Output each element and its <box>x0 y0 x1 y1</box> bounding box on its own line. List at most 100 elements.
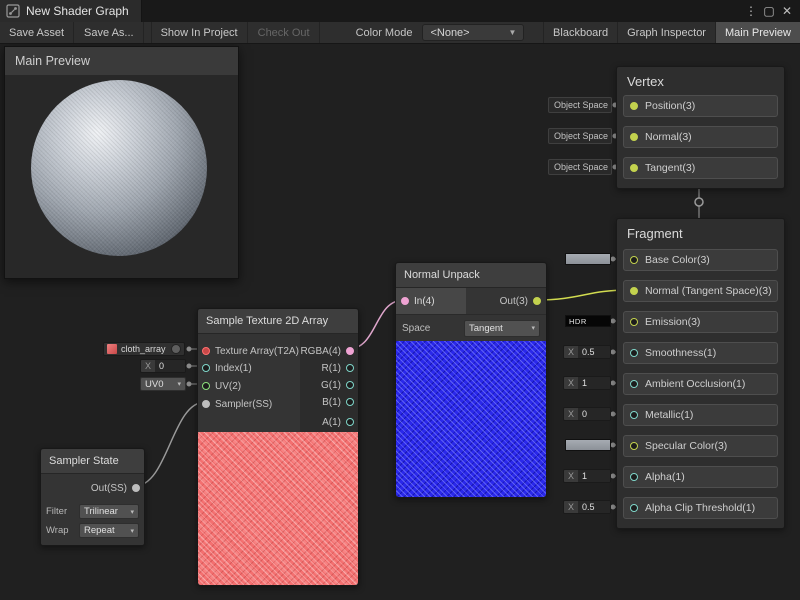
port-g-output[interactable] <box>346 381 354 389</box>
block-row-smoothness[interactable]: Smoothness(1) <box>623 342 778 364</box>
block-row-ambient-occlusion[interactable]: Ambient Occlusion(1) <box>623 373 778 395</box>
block-row-normal[interactable]: Normal(3) <box>623 126 778 148</box>
port-sampler-input[interactable] <box>202 400 210 408</box>
block-row-normal-tangent[interactable]: Normal (Tangent Space)(3) <box>623 280 778 302</box>
scalar-value[interactable]: 0 <box>155 360 185 372</box>
port-alpha-clip-input[interactable] <box>630 504 638 512</box>
position-space-selector[interactable]: Object Space <box>548 97 612 113</box>
scalar-value[interactable]: 0.5 <box>578 501 610 513</box>
space-selector-value: Object Space <box>554 100 608 110</box>
port-label: B(1) <box>322 397 341 408</box>
port-tangent-input[interactable] <box>630 164 638 172</box>
blackboard-toggle-button[interactable]: Blackboard <box>543 22 617 43</box>
port-out-output[interactable] <box>533 297 541 305</box>
object-picker-icon[interactable] <box>171 344 181 354</box>
main-preview-panel[interactable]: Main Preview <box>4 46 239 279</box>
wrap-dropdown[interactable]: Repeat ▾ <box>79 523 139 538</box>
scalar-value[interactable]: 1 <box>578 470 610 482</box>
color-mode-value: <None> <box>430 27 469 39</box>
scalar-prefix: X <box>564 408 578 420</box>
main-preview-toggle-button[interactable]: Main Preview <box>715 22 800 43</box>
unpack-input: In(4) <box>396 288 466 314</box>
port-label: A(1) <box>322 417 341 428</box>
block-label: Smoothness(1) <box>645 347 716 359</box>
vertex-node[interactable]: Vertex Position(3) Normal(3) Tangent(3) <box>616 66 785 189</box>
port-smoothness-input[interactable] <box>630 349 638 357</box>
port-alpha-input[interactable] <box>630 473 638 481</box>
save-asset-button[interactable]: Save Asset <box>0 22 74 43</box>
port-rgba-output[interactable] <box>346 347 354 355</box>
color-mode-label: Color Mode <box>350 22 419 43</box>
port-ambient-occlusion-input[interactable] <box>630 380 638 388</box>
emission-hdr-field[interactable]: HDR <box>565 315 611 327</box>
block-row-tangent[interactable]: Tangent(3) <box>623 157 778 179</box>
edge-samplerstate-to-sample[interactable] <box>135 402 205 486</box>
port-position-input[interactable] <box>630 102 638 110</box>
port-in-input[interactable] <box>401 297 409 305</box>
block-row-specular-color[interactable]: Specular Color(3) <box>623 435 778 457</box>
sample-texture-2d-array-node[interactable]: Sample Texture 2D Array Texture Array(T2… <box>197 308 359 586</box>
port-emission-input[interactable] <box>630 318 638 326</box>
graph-tab[interactable]: New Shader Graph <box>0 0 142 22</box>
show-in-project-button[interactable]: Show In Project <box>151 22 248 43</box>
fragment-node[interactable]: Fragment Base Color(3) Normal (Tangent S… <box>616 218 785 529</box>
block-label: Specular Color(3) <box>645 440 727 452</box>
window-title: New Shader Graph <box>26 4 129 18</box>
block-row-emission[interactable]: Emission(3) <box>623 311 778 333</box>
port-specular-color-input[interactable] <box>630 442 638 450</box>
port-outss-output[interactable] <box>132 484 140 492</box>
block-row-alpha-clip[interactable]: Alpha Clip Threshold(1) <box>623 497 778 519</box>
block-label: Normal (Tangent Space)(3) <box>645 285 772 297</box>
shader-graph-window: { "window": { "title": "New Shader Graph… <box>0 0 800 600</box>
normal-unpack-node[interactable]: Normal Unpack In(4) Out(3) Space Tangent… <box>395 262 547 498</box>
scalar-value[interactable]: 1 <box>578 377 610 389</box>
space-selector-value: Object Space <box>554 162 608 172</box>
save-as-button[interactable]: Save As... <box>74 22 144 43</box>
chevron-down-icon: ▾ <box>531 324 535 332</box>
ambient-occlusion-field[interactable]: X 1 <box>563 376 611 390</box>
close-icon[interactable]: ✕ <box>778 0 796 22</box>
port-metallic-input[interactable] <box>630 411 638 419</box>
port-r-output[interactable] <box>346 364 354 372</box>
wrap-label: Wrap <box>46 525 69 536</box>
sampler-state-node[interactable]: Sampler State Out(SS) Filter Trilinear ▾… <box>40 448 145 546</box>
port-normal-input[interactable] <box>630 133 638 141</box>
specular-color-swatch[interactable] <box>565 439 611 451</box>
block-row-alpha[interactable]: Alpha(1) <box>623 466 778 488</box>
port-texture-array-input[interactable] <box>202 347 210 355</box>
block-row-position[interactable]: Position(3) <box>623 95 778 117</box>
graph-inspector-toggle-button[interactable]: Graph Inspector <box>617 22 715 43</box>
space-label: Space <box>402 323 430 334</box>
tangent-space-selector[interactable]: Object Space <box>548 159 612 175</box>
kebab-menu-icon[interactable]: ⋮ <box>742 0 760 22</box>
metallic-field[interactable]: X 0 <box>563 407 611 421</box>
main-preview-header[interactable]: Main Preview <box>5 47 238 76</box>
vertex-fragment-link-handle[interactable] <box>695 198 703 206</box>
port-base-color-input[interactable] <box>630 256 638 264</box>
hdr-label: HDR <box>569 317 587 326</box>
scalar-value[interactable]: 0.5 <box>578 346 610 358</box>
scalar-value[interactable]: 0 <box>578 408 610 420</box>
chevron-down-icon: ▾ <box>177 380 181 388</box>
port-uv-input[interactable] <box>202 382 210 390</box>
port-index-input[interactable] <box>202 364 210 372</box>
color-mode-dropdown[interactable]: <None> ▼ <box>422 24 524 41</box>
base-color-swatch[interactable] <box>565 253 611 265</box>
texture-array-object-field[interactable]: cloth_array <box>103 342 185 356</box>
index-field[interactable]: X 0 <box>140 359 186 373</box>
smoothness-field[interactable]: X 0.5 <box>563 345 611 359</box>
port-b-output[interactable] <box>346 398 354 406</box>
alpha-clip-threshold-field[interactable]: X 0.5 <box>563 500 611 514</box>
cloth-texture-preview <box>198 432 358 585</box>
space-dropdown[interactable]: Tangent ▾ <box>464 320 540 337</box>
normal-space-selector[interactable]: Object Space <box>548 128 612 144</box>
block-row-base-color[interactable]: Base Color(3) <box>623 249 778 271</box>
uv-channel-dropdown[interactable]: UV0 ▾ <box>140 377 186 391</box>
port-label: G(1) <box>321 380 341 391</box>
block-row-metallic[interactable]: Metallic(1) <box>623 404 778 426</box>
port-normal-tangent-input[interactable] <box>630 287 638 295</box>
maximize-icon[interactable]: ▢ <box>760 0 778 22</box>
port-a-output[interactable] <box>346 418 354 426</box>
alpha-field[interactable]: X 1 <box>563 469 611 483</box>
filter-dropdown[interactable]: Trilinear ▾ <box>79 504 139 519</box>
